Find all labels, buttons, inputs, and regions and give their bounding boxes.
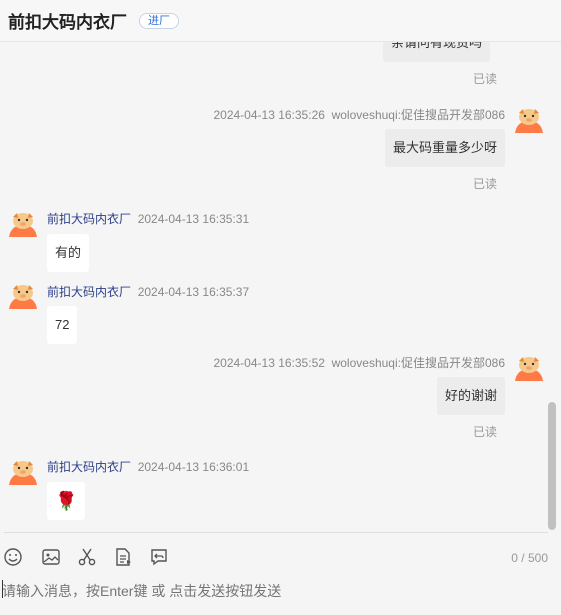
avatar[interactable]: [8, 281, 38, 311]
message-bubble: 有的: [47, 234, 90, 272]
message-list[interactable]: 亲请问有现货吗 已读 2024-04-13 16:35:26 woloveshu…: [0, 42, 548, 530]
document-icon: [116, 548, 131, 566]
message-meta: 前扣大码内衣厂 2024-04-13 16:36:01: [47, 458, 249, 475]
message-meta: 前扣大码内衣厂 2024-04-13 16:35:31: [47, 210, 249, 227]
status-badge[interactable]: 进厂: [139, 12, 179, 29]
message-meta: 前扣大码内衣厂 2024-04-13 16:35:37: [47, 283, 249, 300]
message-meta: 2024-04-13 16:35:52 woloveshuqi:促佳搜品开发部0…: [213, 354, 505, 371]
text-caret: [2, 580, 3, 598]
message-bubble: 72: [47, 306, 78, 344]
message-timestamp: 2024-04-13 16:35:37: [137, 285, 250, 299]
message-sender: 前扣大码内衣厂: [47, 212, 132, 226]
page-title: 前扣大码内衣厂: [8, 13, 127, 32]
read-status: 已读: [473, 425, 498, 439]
read-status: 已读: [473, 177, 498, 191]
avatar[interactable]: [514, 105, 544, 135]
message-bubble: 亲请问有现货吗: [382, 42, 490, 62]
image-button[interactable]: [40, 546, 62, 568]
message-timestamp: 2024-04-13 16:36:01: [137, 460, 250, 474]
document-button[interactable]: [112, 546, 134, 568]
avatar[interactable]: [8, 457, 38, 487]
emoji-icon: [4, 548, 22, 566]
scissors-icon: [78, 548, 96, 566]
image-icon: [42, 549, 60, 565]
character-counter: 0 / 500: [511, 551, 548, 565]
message-bubble-sticker: 🌹: [47, 482, 86, 520]
divider: [4, 532, 548, 533]
chat-header: 前扣大码内衣厂 进厂: [0, 0, 561, 42]
history-icon: [151, 549, 167, 566]
message-bubble: 最大码重量多少呀: [384, 129, 505, 167]
avatar[interactable]: [514, 353, 544, 383]
avatar[interactable]: [8, 209, 38, 239]
history-button[interactable]: [148, 546, 170, 568]
message-sender: 前扣大码内衣厂: [47, 460, 132, 474]
input-toolbar: 0 / 500: [0, 546, 561, 570]
message-timestamp: 2024-04-13 16:35:26: [213, 108, 325, 122]
message-input[interactable]: [2, 578, 558, 604]
screenshot-button[interactable]: [76, 546, 98, 568]
emoji-button[interactable]: [2, 546, 24, 568]
message-sender: 前扣大码内衣厂: [47, 285, 132, 299]
message-meta: 2024-04-13 16:35:26 woloveshuqi:促佳搜品开发部0…: [213, 106, 505, 123]
message-timestamp: 2024-04-13 16:35:31: [137, 212, 250, 226]
message-timestamp: 2024-04-13 16:35:52: [213, 356, 325, 370]
read-status: 已读: [473, 72, 498, 86]
message-sender: woloveshuqi:促佳搜品开发部086: [331, 108, 505, 122]
message-bubble: 好的谢谢: [436, 377, 505, 415]
message-sender: woloveshuqi:促佳搜品开发部086: [331, 356, 505, 370]
scrollbar[interactable]: [548, 402, 556, 530]
